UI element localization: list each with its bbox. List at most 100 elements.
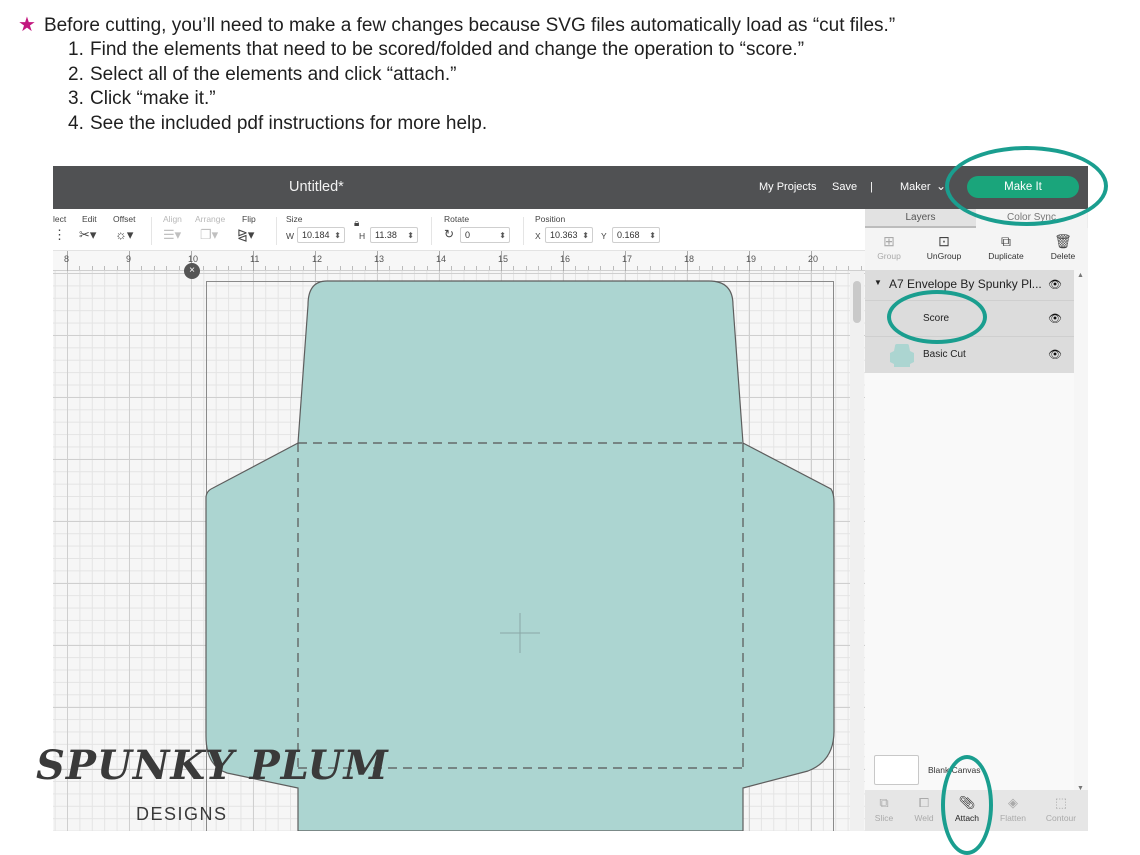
toolbar-divider [523,217,524,245]
ruler-minor-tick [587,266,589,270]
ruler-minor-tick [426,266,428,270]
save-button[interactable]: Save [832,181,857,193]
brand-logo: SPUNKY PLUM DESIGNS [36,742,388,832]
lock-icon[interactable]: 🔒︎ [354,218,359,229]
score-highlight [887,290,987,344]
contour-button[interactable]: ⬚ Contour [1039,793,1083,823]
scroll-thumb[interactable] [853,281,861,323]
y-input[interactable]: 0.168 ⬍ [612,227,660,243]
design-space-window: Untitled* My Projects Save | Maker ⌄ Mak… [53,166,1088,831]
horizontal-ruler: 8 9 10 11 12 13 14 15 16 17 18 19 20 [53,251,865,271]
slice-button[interactable]: ⧉ Slice [862,793,906,823]
position-label: Position [535,214,566,224]
caret-down-icon[interactable]: ▼ [874,278,882,287]
instructions: ★ Before cutting, you’ll need to make a f… [0,0,1140,150]
select-icon[interactable]: ⋮ [53,227,66,243]
my-projects-link[interactable]: My Projects [759,181,816,193]
height-label: H [359,231,366,241]
height-input[interactable]: 11.38 ⬍ [370,227,418,243]
close-icon[interactable]: × [184,263,200,279]
ruler-label: 11 [250,254,260,264]
ruler-minor-tick [302,266,304,270]
ruler-label: 9 [126,254,132,264]
toolbar-divider [151,217,152,245]
stepper-icon[interactable]: ⬍ [649,229,656,243]
ruler-minor-tick [153,266,155,270]
ruler-minor-tick [339,266,341,270]
blank-canvas-swatch[interactable] [874,755,919,785]
ungroup-button[interactable]: ⊡ UnGroup [916,231,972,261]
toolbar-divider [431,217,432,245]
ruler-minor-tick [798,266,800,270]
weld-button[interactable]: ⧠ Weld [902,793,946,823]
eye-icon[interactable]: 👁︎ [1048,278,1062,291]
ruler-label: 15 [498,254,509,264]
duplicate-button[interactable]: ⧉ Duplicate [978,231,1034,261]
group-button[interactable]: ⊞ Group [861,231,917,261]
step-item: 1. Find the elements that need to be scor… [68,39,805,60]
flip-label: Flip [242,214,256,224]
layer-actions: ⊞ Group ⊡ UnGroup ⧉ Duplicate 🗑︎ Delete [865,228,1088,270]
scroll-up-icon[interactable]: ▲ [1077,272,1084,279]
arrange-label: Arrange [195,214,226,224]
group-icon: ⊞ [883,233,895,249]
edit-icon[interactable]: ✂▾ [79,227,96,243]
rotate-input[interactable]: 0 ⬍ [460,227,510,243]
align-icon[interactable]: ☰▾ [163,227,181,243]
ruler-minor-tick [600,266,602,270]
toolbar-divider [276,217,277,245]
ruler-minor-tick [575,266,577,270]
tab-layers[interactable]: Layers [865,209,976,228]
ruler-minor-tick [228,266,230,270]
weld-icon: ⧠ [918,795,930,810]
ruler-minor-tick [674,266,676,270]
edit-label: Edit [82,214,97,224]
x-input[interactable]: 10.363 ⬍ [545,227,593,243]
layer-group-row[interactable]: ▼ A7 Envelope By Spunky Pl... 👁︎ [865,270,1074,298]
delete-button[interactable]: 🗑︎ Delete [1035,231,1088,261]
ruler-minor-tick [178,266,180,270]
stepper-icon[interactable]: ⬍ [407,229,414,243]
ruler-label: 20 [808,254,819,264]
document-title: Untitled* [289,179,344,195]
ruler-minor-tick [773,266,775,270]
ruler-minor-tick [612,266,614,270]
make-it-highlight [945,146,1108,226]
eye-icon[interactable]: 👁︎ [1048,312,1062,325]
ruler-minor-tick [203,266,205,270]
ruler-minor-tick [525,266,527,270]
ruler-minor-tick [538,266,540,270]
edit-toolbar: lect ⋮ Edit ✂▾ Offset ☼▾ Align ☰▾ Arrang… [53,209,865,251]
ruler-minor-tick [724,266,726,270]
ruler-minor-tick [240,266,242,270]
ungroup-icon: ⊡ [938,233,950,249]
layer-row-basic-cut[interactable]: Basic Cut 👁︎ [865,336,1074,372]
panel-scrollbar[interactable]: ▲ ▼ [1074,270,1088,800]
eye-icon[interactable]: 👁︎ [1048,348,1062,361]
machine-select[interactable]: Maker [900,181,931,193]
ruler-minor-tick [860,266,862,270]
layer-name: Basic Cut [923,349,966,360]
canvas-scrollbar[interactable] [850,271,864,831]
flip-icon[interactable]: ⧎▾ [237,227,254,243]
ruler-minor-tick [166,266,168,270]
trash-icon: 🗑︎ [1054,233,1072,249]
ruler-minor-tick [761,266,763,270]
stepper-icon[interactable]: ⬍ [499,229,506,243]
rotate-icon[interactable]: ↻ [444,227,454,241]
ruler-label: 14 [436,254,447,264]
rotate-label: Rotate [444,214,470,224]
ruler-label: 18 [684,254,695,264]
ruler-minor-tick [736,266,738,270]
offset-icon[interactable]: ☼▾ [115,227,133,243]
stepper-icon[interactable]: ⬍ [582,229,589,243]
width-input[interactable]: 10.184 ⬍ [297,227,345,243]
flatten-icon: ◈ [1008,795,1018,810]
ruler-minor-tick [364,266,366,270]
ruler-label: 12 [312,254,323,264]
ruler-minor-tick [476,266,478,270]
arrange-icon[interactable]: ❐▾ [200,227,218,243]
select-label: lect [53,214,67,224]
stepper-icon[interactable]: ⬍ [334,229,341,243]
flatten-button[interactable]: ◈ Flatten [991,793,1035,823]
